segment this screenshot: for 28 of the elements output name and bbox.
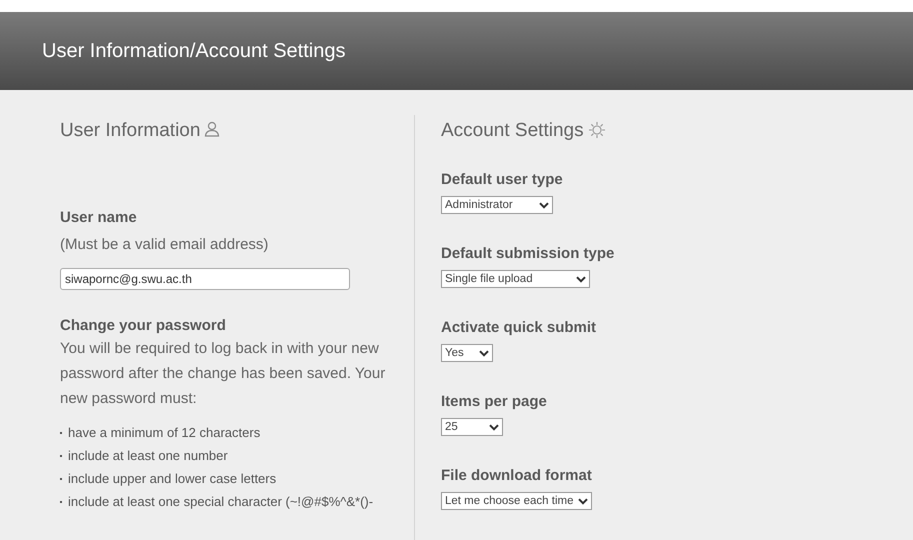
chevron-down-icon [578,498,588,504]
password-rule: have a minimum of 12 characters [68,425,260,440]
setting-label: Items per page [441,392,547,412]
chevron-down-icon [489,424,499,430]
field-hint: (Must be a valid email address) [60,235,268,255]
user-icon [204,121,220,137]
setting-label: Default user type [441,170,563,190]
dropdown[interactable]: 25 [441,418,503,436]
email-field[interactable]: siwapornc@g.swu.ac.th [60,268,350,290]
password-rule: include at least one special character (~!@#$%^&*()- [68,494,374,509]
setting-label: Default submission type [441,244,614,264]
chevron-down-icon [539,202,549,208]
chevron-down-icon [576,276,586,282]
page-title: User Information/Account Settings [42,40,346,62]
setting-label: Activate quick submit [441,318,596,338]
chevron-down-icon [479,350,489,356]
section-title: Account Settings [441,120,584,142]
password-rule: include at least one number [68,448,228,463]
password-rule: include upper and lower case letters [68,471,276,486]
dropdown[interactable]: Let me choose each time [441,492,592,510]
field-label: User name [60,208,137,228]
setting-label: File download format [441,466,592,486]
section-heading: Change your password [60,316,226,336]
password-instructions: You will be required to log back in with your new password after the change has been saved. Your new password must: [60,339,386,409]
section-title: User Information [60,120,200,142]
dropdown[interactable]: Yes [441,344,493,362]
dropdown[interactable]: Administrator [441,196,553,214]
dropdown[interactable]: Single file upload [441,270,590,288]
